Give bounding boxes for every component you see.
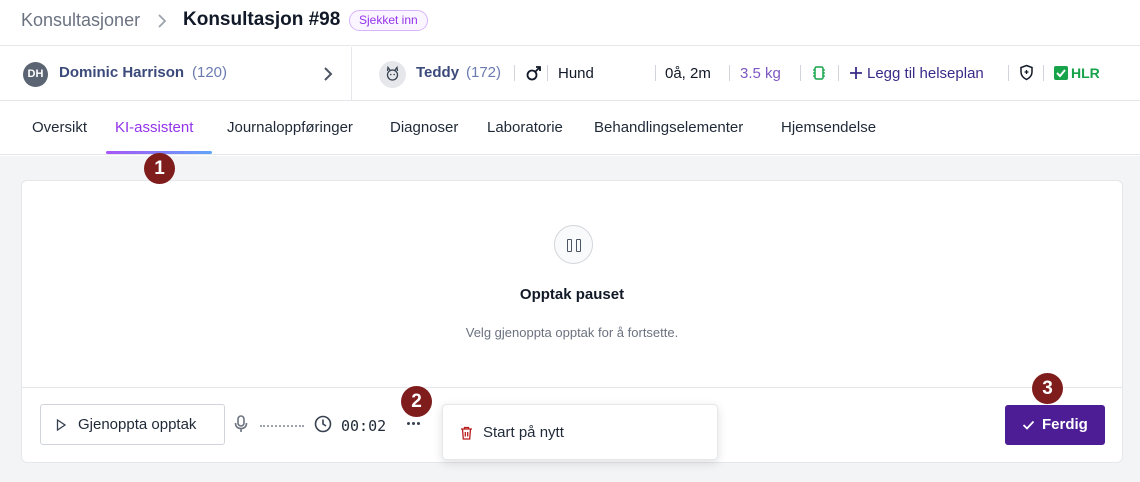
recording-status-hint: Velg gjenoppta opptak for å fortsette. — [465, 325, 679, 340]
done-label: Ferdig — [1042, 416, 1088, 433]
divider — [547, 65, 548, 81]
annotation-marker-1: 1 — [144, 153, 175, 184]
recording-timer: 00:02 — [341, 417, 387, 435]
annotation-marker-2: 2 — [401, 386, 432, 417]
owner-summary[interactable]: DH Dominic Harrison (120) — [0, 47, 352, 101]
checkbox-checked-icon — [1054, 66, 1068, 80]
male-icon — [526, 66, 541, 81]
annotation-marker-3: 3 — [1032, 373, 1063, 404]
tab-treatment-items[interactable]: Behandlingselementer — [594, 119, 743, 136]
animal-age: 0å, 2m — [665, 65, 711, 82]
tab-overview[interactable]: Oversikt — [32, 119, 87, 136]
add-health-plan-link[interactable]: Legg til helseplan — [867, 65, 984, 82]
resume-recording-button[interactable]: Gjenoppta opptak — [40, 404, 225, 445]
tab-journal-entries[interactable]: Journaloppføringer — [227, 119, 353, 136]
shield-icon — [1020, 64, 1033, 81]
owner-id: (120) — [192, 64, 228, 81]
recording-status-title: Opptak pauset — [519, 286, 625, 303]
trash-icon — [461, 426, 472, 440]
divider — [655, 65, 656, 81]
tab-discharge[interactable]: Hjemsendelse — [781, 119, 876, 136]
chevron-right-icon — [158, 14, 167, 28]
menu-item-restart[interactable]: Start på nytt — [483, 424, 564, 441]
animal-avatar — [379, 61, 406, 88]
owner-name[interactable]: Dominic Harrison — [59, 64, 184, 81]
microchip-icon — [813, 66, 825, 80]
play-icon — [56, 419, 66, 431]
tab-ai-assistant[interactable]: KI-assistent — [115, 119, 193, 136]
animal-id: (172) — [466, 64, 502, 81]
hlr-label: HLR — [1071, 65, 1100, 81]
animal-weight: 3.5 kg — [740, 65, 781, 82]
status-badge: Sjekket inn — [349, 10, 428, 31]
microphone-icon — [234, 415, 248, 432]
header-bar: Konsultasjoner Konsultasjon #98 Sjekket … — [0, 0, 1140, 46]
tab-bar: Oversikt KI-assistent Journaloppføringer… — [0, 102, 1140, 155]
divider — [838, 65, 839, 81]
divider — [1008, 65, 1009, 81]
pause-icon — [554, 225, 593, 264]
animal-species: Hund — [558, 65, 594, 82]
patient-info-bar: DH Dominic Harrison (120) Teddy (172) Hu… — [0, 47, 1140, 101]
dog-icon — [386, 65, 399, 81]
divider — [1043, 65, 1044, 81]
chevron-right-icon[interactable] — [323, 66, 333, 82]
divider — [729, 65, 730, 81]
tab-diagnoses[interactable]: Diagnoser — [390, 119, 458, 136]
divider — [800, 65, 801, 81]
clock-icon — [314, 415, 332, 433]
plus-icon — [850, 67, 862, 79]
check-icon — [1022, 420, 1035, 430]
tab-laboratory[interactable]: Laboratorie — [487, 119, 563, 136]
divider — [22, 387, 1122, 388]
breadcrumb-consultations-link[interactable]: Konsultasjoner — [21, 10, 140, 31]
divider — [514, 65, 515, 81]
animal-name[interactable]: Teddy — [416, 64, 459, 81]
page-title: Konsultasjon #98 — [183, 9, 341, 30]
options-menu: Start på nytt — [442, 404, 718, 460]
done-button[interactable]: Ferdig — [1005, 405, 1105, 445]
audio-level-meter — [260, 425, 304, 427]
resume-recording-label: Gjenoppta opptak — [78, 416, 197, 433]
more-options-icon[interactable] — [406, 420, 422, 428]
owner-avatar: DH — [23, 62, 48, 87]
